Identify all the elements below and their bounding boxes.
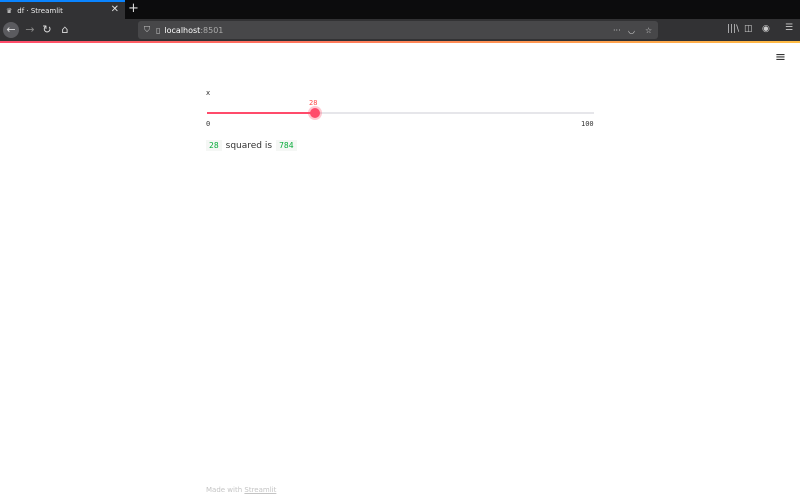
footer: Made with Streamlit — [206, 486, 276, 494]
streamlit-favicon-icon: ♛ — [6, 6, 13, 15]
menu-icon[interactable]: ☰ — [785, 23, 793, 33]
sidebar-icon[interactable]: ◫ — [744, 24, 753, 34]
home-icon[interactable]: ⌂ — [57, 22, 73, 38]
result-text: 28 squared is 784 — [206, 140, 297, 151]
forward-icon[interactable]: → — [22, 22, 38, 38]
url-port: :8501 — [200, 25, 224, 35]
slider-fill — [207, 112, 316, 114]
nav-toolbar: ← → ↻ ⌂ ⛉ ▯ localhost:8501 ··· ◡ ☆ |||\ … — [0, 19, 800, 41]
slider-thumb[interactable] — [310, 108, 321, 118]
streamlit-link[interactable]: Streamlit — [244, 486, 276, 494]
url-bar[interactable]: ⛉ ▯ localhost:8501 ··· ◡ ☆ — [138, 21, 658, 39]
streamlit-top-decoration — [0, 41, 800, 43]
tab-active[interactable]: ♛ df · Streamlit ✕ — [0, 0, 125, 19]
bookmark-star-icon[interactable]: ☆ — [645, 26, 652, 35]
reload-icon[interactable]: ↻ — [39, 22, 55, 38]
slider-max: 100 — [581, 120, 594, 128]
result-label: squared is — [225, 140, 273, 151]
slider-label: x — [206, 89, 211, 97]
slider-value: 28 — [309, 99, 318, 107]
slider-track[interactable] — [207, 108, 594, 118]
url-host: localhost — [164, 25, 201, 35]
footer-prefix: Made with — [206, 486, 243, 494]
tab-bar: ♛ df · Streamlit ✕ + — [0, 0, 800, 19]
app-menu-icon[interactable]: ≡ — [775, 50, 786, 65]
account-icon[interactable]: ◉ — [762, 24, 770, 34]
back-icon[interactable]: ← — [3, 22, 19, 38]
slider-min: 0 — [206, 120, 211, 128]
library-icon[interactable]: |||\ — [727, 24, 739, 34]
output-value: 784 — [276, 140, 297, 151]
new-tab-icon[interactable]: + — [128, 1, 139, 16]
tab-title: df · Streamlit — [17, 6, 63, 15]
close-tab-icon[interactable]: ✕ — [111, 4, 119, 15]
input-value: 28 — [206, 140, 222, 151]
more-icon[interactable]: ··· — [613, 26, 621, 35]
pocket-icon[interactable]: ◡ — [628, 26, 635, 35]
shield-icon: ⛉ — [144, 25, 150, 34]
page-icon: ▯ — [156, 25, 161, 35]
